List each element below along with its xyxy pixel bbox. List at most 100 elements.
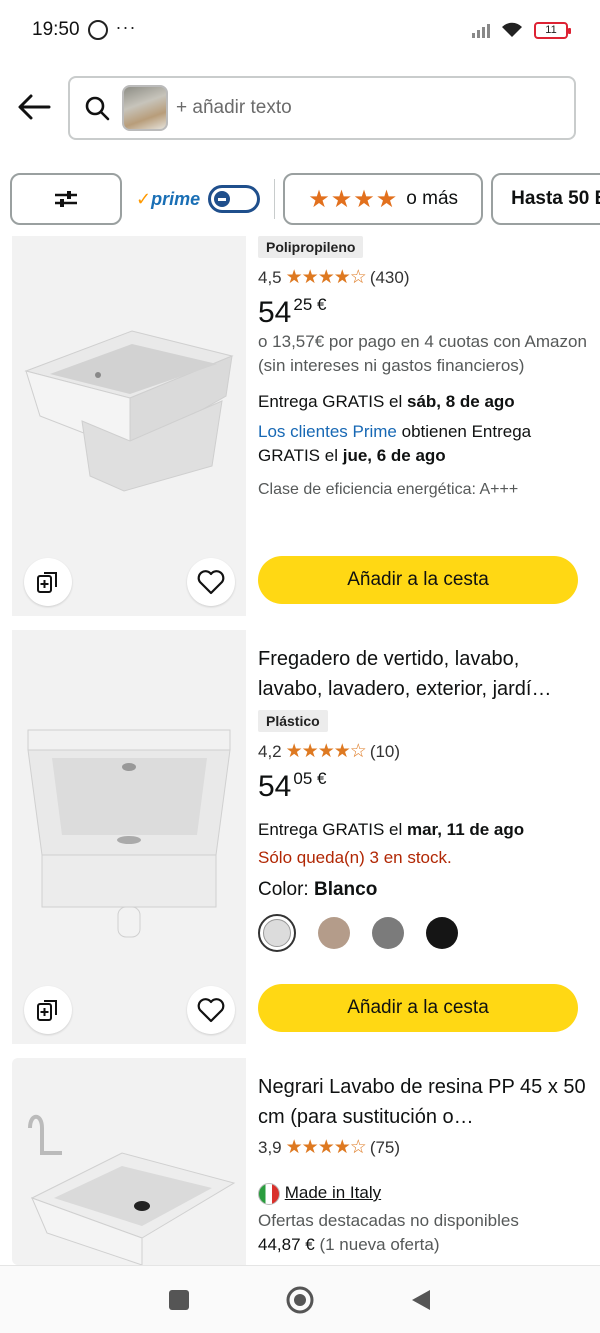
filter-settings-button[interactable] [10,173,122,225]
review-count: (10) [369,741,401,761]
search-input[interactable]: + añadir texto [68,76,576,140]
status-left: 19:50 ··· [32,16,137,41]
origin-link[interactable]: Made in Italy [285,1183,381,1202]
search-image-thumbnail[interactable] [122,85,168,131]
material-tag: Plástico [258,710,328,732]
star-rating-icon: ★★★★☆ [285,1137,367,1158]
product-title[interactable]: Negrari Lavabo de resina PP 45 x 50 cm (… [258,1072,588,1132]
wifi-icon [502,22,522,37]
filter-bar: ✓prime ★★★★ o más Hasta 50 E [0,172,600,226]
color-value: Blanco [313,879,378,900]
offers-unavailable: Ofertas destacadas no disponibles [258,1211,519,1230]
swatch-black[interactable] [426,917,458,949]
back-button[interactable] [0,72,68,142]
italy-flag-icon [258,1182,280,1205]
star-rating-icon: ★★★★☆ [285,267,367,288]
compare-button[interactable] [24,986,72,1034]
product-card[interactable]: Negrari Lavabo de resina PP 45 x 50 cm (… [12,1058,588,1265]
swatch-grey[interactable] [372,917,404,949]
product-details: Polipropileno 4,5 ★★★★☆ (430) 54 25 € o 1… [258,236,588,502]
price-filter-chip[interactable]: Hasta 50 E [491,173,600,225]
review-count: (430) [369,267,410,287]
compare-icon [37,1000,57,1021]
rating-row[interactable]: 4,2 ★★★★☆ (10) [258,740,588,763]
offer-price: 44,87 € [258,1235,315,1254]
heart-icon [197,570,225,595]
status-time: 19:50 [32,19,80,40]
search-placeholder[interactable]: + añadir texto [176,97,292,119]
system-nav-bar [0,1265,600,1333]
product-image[interactable] [12,1058,246,1265]
rating-filter-label: o más [406,188,459,209]
prime-toggle[interactable] [208,185,261,213]
arrow-left-icon [18,94,51,120]
divider [274,179,276,219]
sliders-icon [55,191,77,207]
heart-icon [197,998,225,1023]
status-right: 11 [472,21,571,39]
prime-delivery-date: jue, 6 de ago [342,446,446,465]
prime-logo: ✓prime [136,188,201,209]
more-notifications-icon: ··· [115,16,137,37]
rating-filter-chip[interactable]: ★★★★ o más [283,173,484,225]
rating-value: 3,9 [258,1137,282,1157]
swatch-white[interactable] [258,914,296,952]
rating-value: 4,5 [258,267,282,287]
delivery-text: Entrega GRATIS el mar, 11 de ago [258,818,588,842]
home-button[interactable] [285,1285,315,1315]
product-image[interactable] [12,630,246,1044]
product-details: Negrari Lavabo de resina PP 45 x 50 cm (… [258,1072,588,1257]
status-bar: 19:50 ··· 11 [0,0,600,60]
prime-link[interactable]: Los clientes Prime [258,422,397,441]
origin-row: Made in Italy [258,1181,588,1205]
sink-image [28,1114,236,1265]
offer-row[interactable]: 44,87 € (1 nueva oferta) [258,1233,588,1257]
delivery-prefix: Entrega GRATIS el [258,392,403,411]
product-title[interactable]: Fregadero de vertido, lavabo, lavabo, la… [258,644,588,704]
wishlist-button[interactable] [187,986,235,1034]
search-icon [85,96,110,121]
sink-image [27,729,231,938]
whatsapp-icon [87,20,108,40]
prime-filter[interactable]: ✓prime [130,185,266,213]
four-stars-icon: ★★★★ [308,185,399,213]
search-row: + añadir texto [0,72,600,142]
price-whole: 54 [258,296,292,329]
price-fraction: 05 € [293,769,327,788]
installments-text: o 13,57€ por pago en 4 cuotas con Amazon… [258,332,587,375]
delivery-date: mar, 11 de ago [406,820,525,839]
color-swatches [258,914,588,952]
delivery-prefix: Entrega GRATIS el [258,820,403,839]
material-tag: Polipropileno [258,236,364,258]
star-rating-icon: ★★★★☆ [285,741,367,762]
price: 54 05 € [258,769,588,804]
stock-warning: Sólo queda(n) 3 en stock. [258,848,452,867]
color-row: Color: Blanco [258,878,588,902]
offer-count: (1 nueva oferta) [319,1235,440,1254]
rating-row[interactable]: 3,9 ★★★★☆ (75) [258,1136,588,1159]
battery-icon: 11 [534,21,571,39]
delivery-text: Entrega GRATIS el sáb, 8 de ago [258,390,588,414]
compare-icon [37,572,57,593]
add-to-cart-button[interactable]: Añadir a la cesta [258,984,578,1032]
add-to-cart-button[interactable]: Añadir a la cesta [258,556,578,604]
prime-delivery-text: Los clientes Prime obtienen Entrega GRAT… [258,420,588,468]
rating-value: 4,2 [258,741,282,761]
price-fraction: 25 € [293,295,327,314]
wishlist-button[interactable] [187,558,235,606]
product-details: Fregadero de vertido, lavabo, lavabo, la… [258,644,588,952]
price: 54 25 € [258,295,588,330]
signal-icon [472,22,490,38]
energy-class: Clase de eficiencia energética: A+++ [258,481,519,498]
rating-row[interactable]: 4,5 ★★★★☆ (430) [258,266,588,289]
swatch-beige[interactable] [318,917,350,949]
back-nav-button[interactable] [410,1288,432,1312]
product-card[interactable]: Polipropileno 4,5 ★★★★☆ (430) 54 25 € o 1… [12,236,588,616]
color-label: Color: [258,879,309,900]
product-card[interactable]: Fregadero de vertido, lavabo, lavabo, la… [12,630,588,1044]
delivery-date: sáb, 8 de ago [406,392,515,411]
compare-button[interactable] [24,558,72,606]
review-count: (75) [369,1137,401,1157]
price-whole: 54 [258,770,292,803]
recents-button[interactable] [168,1289,190,1311]
